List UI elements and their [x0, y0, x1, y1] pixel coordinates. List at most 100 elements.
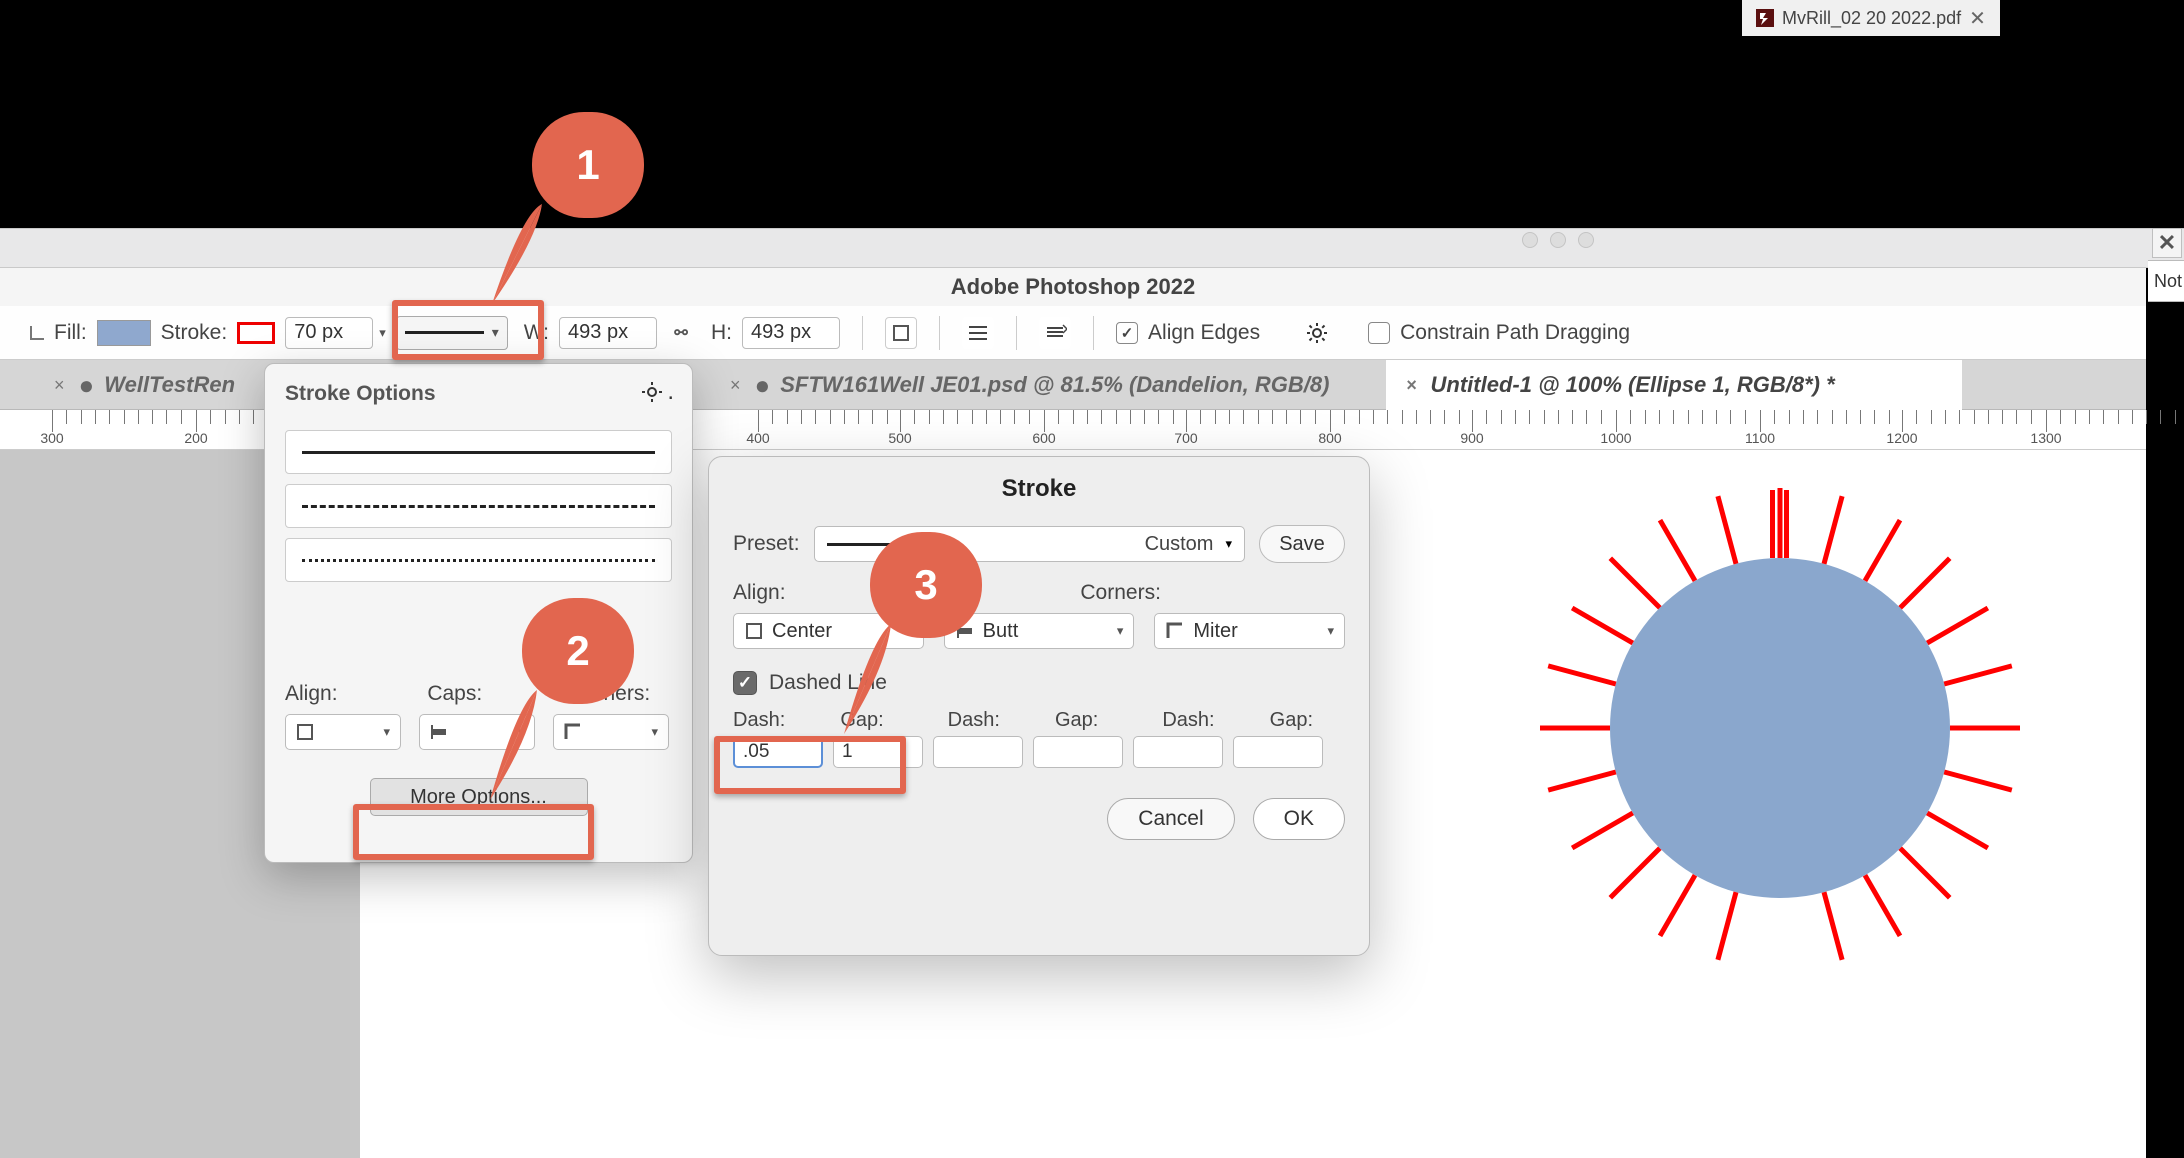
ruler-tick-minor — [1931, 410, 1932, 424]
ruler-tick-minor — [1974, 410, 1975, 424]
popover-menu-button[interactable]: . — [641, 378, 674, 406]
callout-number: 2 — [566, 627, 589, 675]
path-arrange-button[interactable] — [1039, 317, 1071, 349]
ray-dash — [1926, 606, 1989, 645]
ruler-tick-minor — [1645, 410, 1646, 424]
ruler-tick-minor — [1173, 410, 1174, 424]
ruler-tick-minor — [787, 410, 788, 424]
path-operations-button[interactable] — [885, 317, 917, 349]
ruler-tick-minor — [1789, 410, 1790, 424]
gap-label: Gap: — [1270, 709, 1345, 732]
ruler-label: 900 — [1460, 430, 1483, 446]
ray-dash — [1944, 663, 2013, 686]
ellipse-sun-shape[interactable] — [1560, 508, 2000, 948]
browser-tab[interactable]: MvRill_02 20 2022.pdf ✕ — [1742, 0, 2000, 36]
ruler-tick-minor — [253, 410, 254, 424]
ruler-tick — [1186, 410, 1187, 432]
fill-swatch[interactable] — [97, 320, 151, 346]
align-dropdown[interactable]: ▾ — [285, 714, 401, 750]
ruler-tick-minor — [152, 410, 153, 424]
stroke-preset-dotted[interactable] — [285, 538, 672, 582]
ruler-tick-minor — [815, 410, 816, 424]
ruler-tick-minor — [1601, 410, 1602, 424]
doc-tab-label: SFTW161Well JE01.psd @ 81.5% (Dandelion,… — [780, 372, 1329, 398]
save-label: Save — [1279, 533, 1325, 556]
dash-label: Dash: — [948, 709, 1023, 732]
ruler-label: 1300 — [2030, 430, 2061, 446]
ruler-tick — [1472, 410, 1473, 432]
ruler-tick-minor — [1817, 410, 1818, 424]
stroke-preset-solid[interactable] — [285, 430, 672, 474]
annotation-callout-2: 2 — [522, 598, 634, 704]
ray-dash — [1784, 490, 1789, 558]
collapse-icon[interactable] — [30, 326, 44, 340]
document-tab[interactable]: × ● WellTestRen — [34, 360, 255, 410]
ruler-tick-minor — [239, 410, 240, 424]
ruler-tick-minor — [1544, 410, 1545, 424]
ruler-tick-minor — [2160, 410, 2161, 424]
width-input[interactable] — [559, 317, 657, 349]
close-icon[interactable]: × — [730, 375, 741, 396]
document-tab[interactable]: × ● SFTW161Well JE01.psd @ 81.5% (Dandel… — [710, 360, 1349, 410]
ruler-label: 600 — [1032, 430, 1055, 446]
corners-dropdown[interactable]: Miter▾ — [1154, 613, 1345, 649]
ruler-label: 1000 — [1600, 430, 1631, 446]
ruler-tick-minor — [1200, 410, 1201, 424]
ruler-tick — [2046, 410, 2047, 432]
window-close-icon[interactable]: ✕ — [2152, 228, 2182, 258]
ruler-tick-minor — [2118, 410, 2119, 424]
constrain-checkbox[interactable] — [1368, 322, 1390, 344]
close-icon[interactable]: × — [54, 375, 65, 396]
document-tab-active[interactable]: × Untitled-1 @ 100% (Ellipse 1, RGB/8*) … — [1386, 360, 1962, 410]
align-value: Center — [772, 620, 832, 643]
corners-label: Corners: — [1080, 581, 1161, 605]
h-label: H: — [711, 321, 732, 345]
ruler-tick-minor — [914, 410, 915, 424]
link-icon[interactable]: ⚯ — [667, 322, 695, 344]
gap-input-2[interactable] — [1033, 736, 1123, 768]
ruler-tick-minor — [1344, 410, 1345, 424]
path-align-button[interactable] — [962, 317, 994, 349]
browser-tabstrip — [0, 228, 2184, 268]
stroke-preset-dashed[interactable] — [285, 484, 672, 528]
dash-label: Dash: — [1162, 709, 1237, 732]
cancel-button[interactable]: Cancel — [1107, 798, 1234, 840]
stroke-color-swatch[interactable] — [237, 322, 275, 344]
ok-button[interactable]: OK — [1253, 798, 1345, 840]
ruler-tick-minor — [81, 410, 82, 424]
corners-dropdown[interactable]: ▾ — [553, 714, 669, 750]
save-button[interactable]: Save — [1259, 525, 1345, 563]
notepad-tab[interactable]: Not — [2148, 260, 2184, 302]
ruler-tick-minor — [1029, 410, 1030, 424]
dash-input-3[interactable] — [1133, 736, 1223, 768]
divider — [862, 316, 863, 350]
ruler-tick-minor — [872, 410, 873, 424]
browser-tab-close[interactable]: ✕ — [1969, 6, 1986, 31]
ruler-tick-minor — [1116, 410, 1117, 424]
ruler-tick-minor — [1416, 410, 1417, 424]
dashed-line-checkbox[interactable]: ✓ — [733, 671, 757, 695]
ray-dash — [1926, 811, 1989, 850]
gear-icon[interactable] — [1306, 322, 1328, 344]
ruler-tick-minor — [1889, 410, 1890, 424]
ruler-tick — [758, 410, 759, 432]
ruler-tick-minor — [181, 410, 182, 424]
stroke-width-input[interactable] — [285, 317, 373, 349]
ruler-tick-minor — [1373, 410, 1374, 424]
dash-input-2[interactable] — [933, 736, 1023, 768]
align-edges-checkbox[interactable]: ✓ — [1116, 322, 1138, 344]
ruler-tick-minor — [1501, 410, 1502, 424]
stroke-label: Stroke: — [161, 321, 228, 345]
ruler-label: 800 — [1318, 430, 1341, 446]
align-label: Align: — [733, 581, 786, 605]
ruler-tick-minor — [1673, 410, 1674, 424]
close-icon[interactable]: × — [1406, 375, 1417, 396]
height-input[interactable] — [742, 317, 840, 349]
window-traffic-lights[interactable] — [1522, 232, 1594, 248]
ruler-tick — [1330, 410, 1331, 432]
gap-input-3[interactable] — [1233, 736, 1323, 768]
chevron-down-icon[interactable]: ▾ — [379, 325, 386, 341]
ray-dash — [1609, 846, 1662, 899]
ruler-tick-minor — [972, 410, 973, 424]
ray-dash — [1944, 770, 2013, 793]
